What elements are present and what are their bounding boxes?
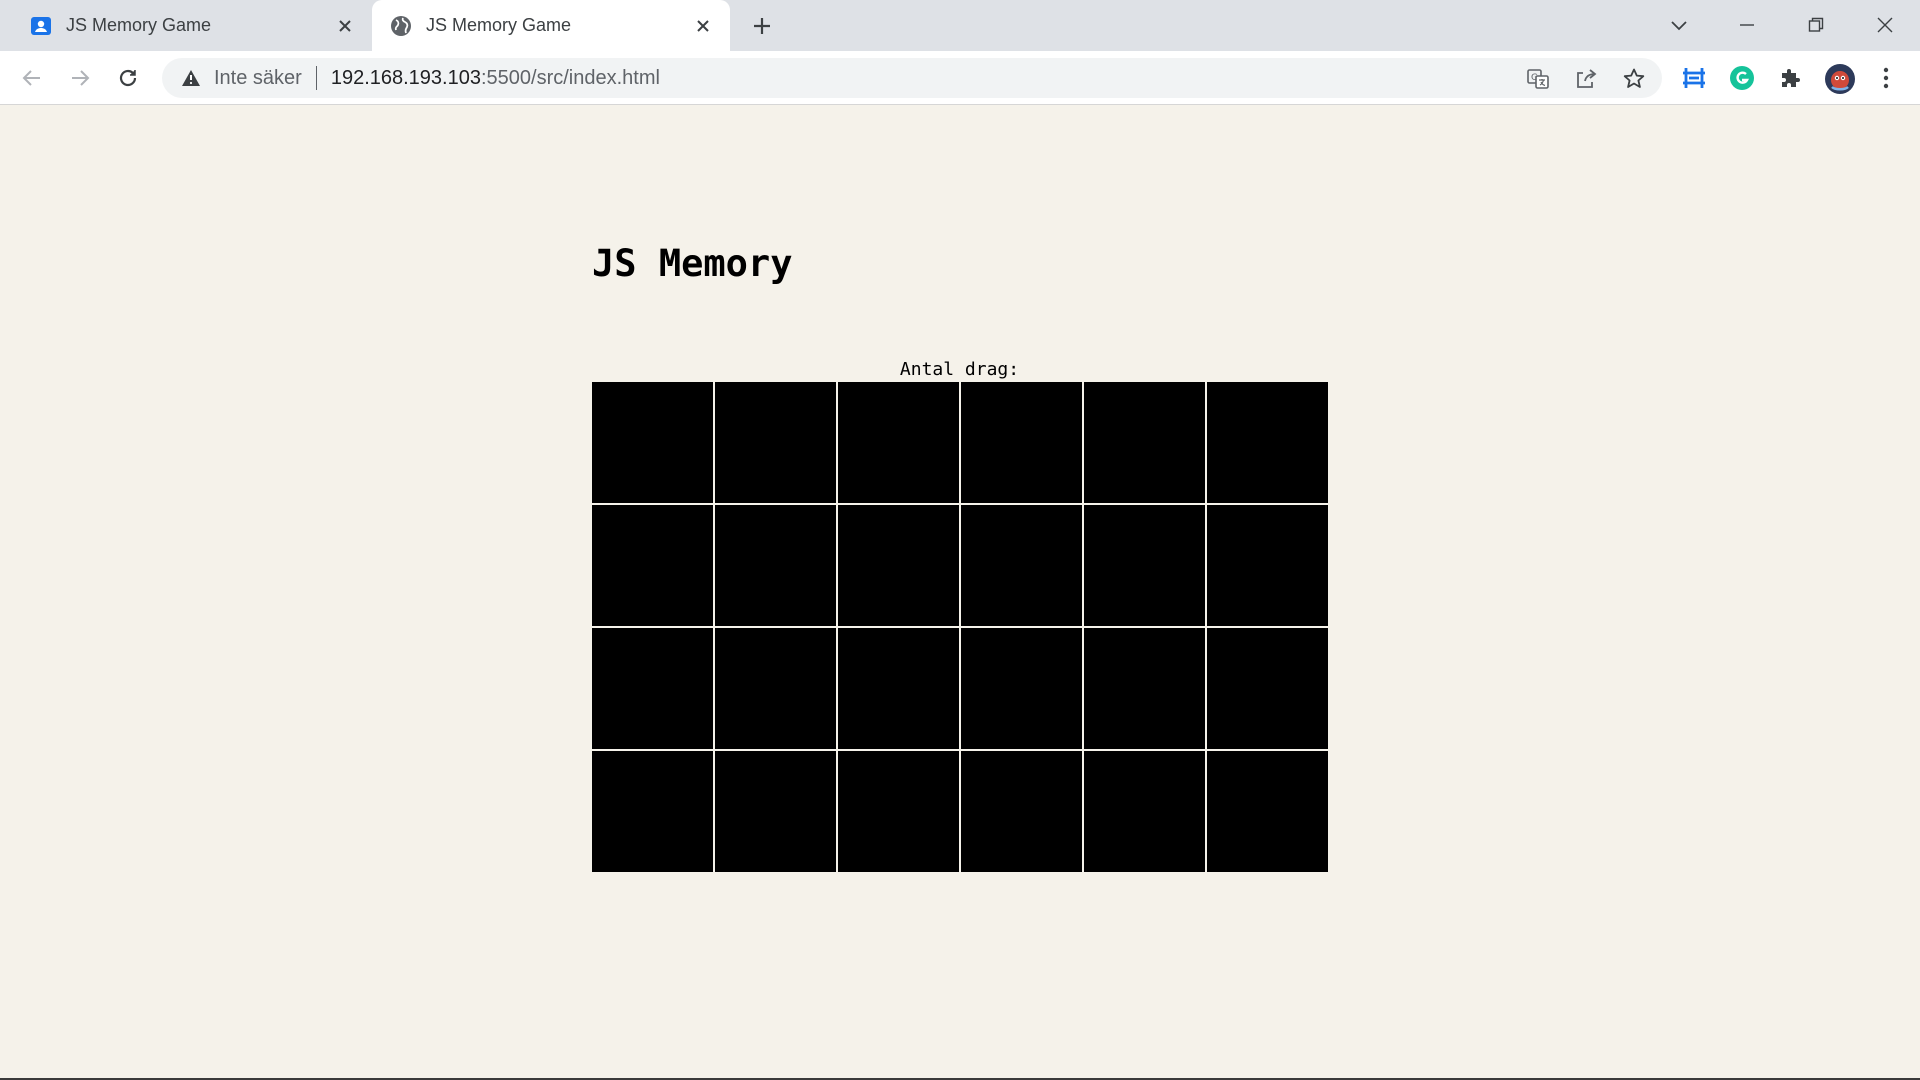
memory-card[interactable]	[715, 628, 836, 749]
memory-card[interactable]	[1084, 628, 1205, 749]
page-content: JS Memory Antal drag:	[0, 105, 1920, 1080]
memory-card[interactable]	[961, 751, 1082, 872]
memory-card[interactable]	[1084, 382, 1205, 503]
page-title: JS Memory	[592, 242, 793, 285]
contacts-icon	[30, 15, 52, 37]
memory-card[interactable]	[592, 628, 713, 749]
grammarly-icon[interactable]	[1728, 64, 1756, 92]
browser-menu-icon[interactable]	[1872, 64, 1900, 92]
memory-card[interactable]	[592, 505, 713, 626]
memory-card[interactable]	[715, 382, 836, 503]
bookmark-star-icon[interactable]	[1622, 67, 1646, 91]
profile-avatar[interactable]	[1824, 63, 1856, 95]
tab-strip: JS Memory Game JS Memory Game	[0, 0, 1920, 51]
memory-card[interactable]	[1207, 505, 1328, 626]
memory-board	[592, 382, 1328, 872]
memory-card[interactable]	[1207, 382, 1328, 503]
memory-card[interactable]	[592, 382, 713, 503]
tab-search-chevron-icon[interactable]	[1664, 10, 1694, 40]
new-tab-icon[interactable]	[748, 12, 776, 40]
close-tab-icon[interactable]	[692, 15, 714, 37]
memory-card[interactable]	[1084, 751, 1205, 872]
browser-toolbar: Inte säker 192.168.193.103:5500/src/inde…	[0, 51, 1920, 105]
memory-card[interactable]	[838, 505, 959, 626]
not-secure-warning-icon[interactable]	[180, 67, 202, 89]
address-bar[interactable]: Inte säker 192.168.193.103:5500/src/inde…	[162, 58, 1662, 98]
moves-counter-label: Antal drag:	[899, 359, 1020, 380]
reload-icon[interactable]	[114, 64, 142, 92]
translate-icon[interactable]: G	[1526, 67, 1550, 91]
tab-title: JS Memory Game	[426, 15, 572, 35]
minimize-icon[interactable]	[1732, 10, 1762, 40]
memory-card[interactable]	[961, 628, 1082, 749]
extension-blue-icon[interactable]	[1680, 64, 1708, 92]
memory-card[interactable]	[715, 505, 836, 626]
globe-icon	[390, 15, 412, 37]
memory-card[interactable]	[715, 751, 836, 872]
share-icon[interactable]	[1574, 67, 1598, 91]
security-label[interactable]: Inte säker	[214, 67, 302, 90]
memory-card[interactable]	[838, 382, 959, 503]
close-tab-icon[interactable]	[334, 15, 356, 37]
close-window-icon[interactable]	[1870, 10, 1900, 40]
memory-card[interactable]	[838, 751, 959, 872]
forward-icon[interactable]	[66, 64, 94, 92]
memory-card[interactable]	[1084, 505, 1205, 626]
extensions-puzzle-icon[interactable]	[1776, 64, 1804, 92]
url-path: :5500/src/index.html	[480, 66, 660, 89]
memory-card[interactable]	[592, 751, 713, 872]
tab-inactive[interactable]: JS Memory Game	[0, 0, 372, 51]
url-host: 192.168.193.103	[330, 66, 481, 89]
memory-card[interactable]	[1207, 751, 1328, 872]
memory-card[interactable]	[1207, 628, 1328, 749]
memory-card[interactable]	[838, 628, 959, 749]
tab-title: JS Memory Game	[66, 15, 212, 35]
tab-active[interactable]: JS Memory Game	[372, 0, 730, 51]
omnibox-divider	[315, 66, 317, 90]
back-icon[interactable]	[18, 64, 46, 92]
memory-card[interactable]	[961, 505, 1082, 626]
memory-card[interactable]	[961, 382, 1082, 503]
restore-icon[interactable]	[1801, 10, 1831, 40]
